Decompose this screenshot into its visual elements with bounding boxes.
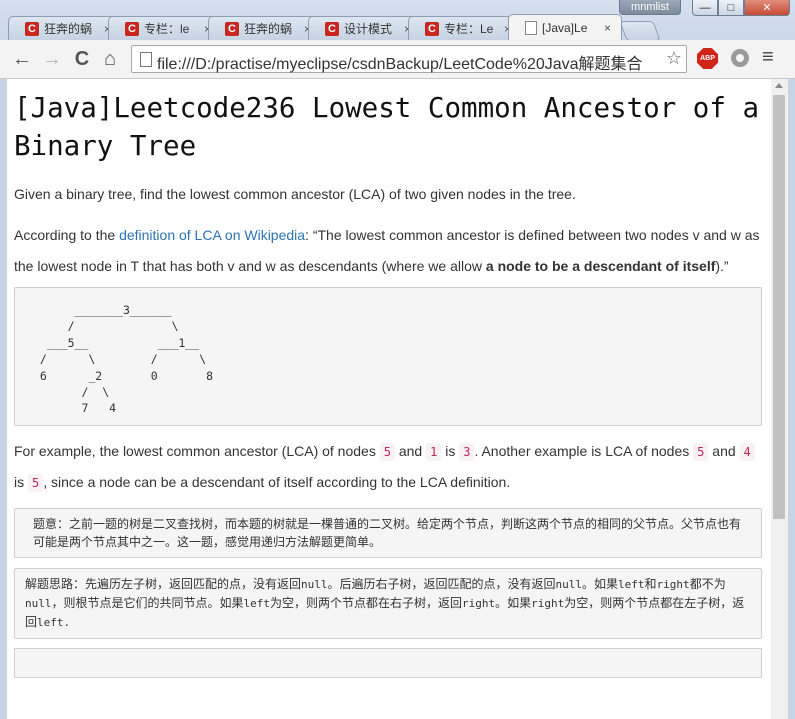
inline-code: 5	[693, 442, 709, 461]
close-window-button[interactable]: ✕	[744, 0, 790, 16]
tab-title: 狂奔的蜗	[44, 22, 93, 36]
page-title: [Java]Leetcode236 Lowest Common Ancestor…	[14, 92, 760, 162]
problem-meaning-note: 题意：之前一题的树是二叉查找树，而本题的树就是一棵普通的二叉树。给定两个节点，判…	[14, 507, 762, 558]
scroll-up-arrow-icon[interactable]	[775, 83, 783, 88]
problem-intro: Given a binary tree, find the lowest com…	[14, 186, 576, 202]
window-frame-left	[0, 79, 7, 719]
minimize-button[interactable]: —	[692, 0, 718, 16]
window-frame-right	[788, 79, 795, 719]
maximize-button[interactable]: □	[718, 0, 744, 16]
url-text[interactable]: file:///D:/practise/myeclipse/csdnBackup…	[157, 50, 660, 74]
code-block-partial	[14, 647, 762, 678]
chrome-menu-icon[interactable]: ≡	[762, 46, 774, 69]
tab-1[interactable]: C 狂奔的蜗 ×	[8, 16, 122, 40]
inline-code: 5	[28, 473, 44, 492]
csdn-favicon-icon: C	[425, 21, 439, 36]
extension-circle-icon[interactable]	[731, 49, 749, 67]
example-paragraph: For example, the lowest common ancestor …	[14, 436, 764, 498]
tab-active[interactable]: [Java]Le ×	[508, 14, 622, 40]
tab-title: 设计模式	[344, 22, 393, 36]
tab-5[interactable]: C 专栏：Le ×	[408, 16, 522, 40]
tab-close-icon[interactable]: ×	[604, 21, 611, 35]
inline-code: 1	[426, 442, 442, 461]
adblock-plus-icon[interactable]: ABP	[697, 48, 718, 69]
article: [Java]Leetcode236 Lowest Common Ancestor…	[14, 79, 764, 678]
inline-code: 3	[459, 442, 475, 461]
home-icon[interactable]: ⌂	[98, 47, 122, 71]
tab-title: 狂奔的蜗	[244, 22, 293, 36]
csdn-favicon-icon: C	[325, 21, 339, 36]
csdn-favicon-icon: C	[225, 21, 239, 36]
tree-diagram-code-block: _______3______ / \ ___5__ ___1__ / \ / \…	[14, 287, 762, 426]
csdn-favicon-icon: C	[125, 21, 139, 36]
wikipedia-link[interactable]: definition of LCA on Wikipedia	[119, 227, 305, 243]
page-icon	[140, 52, 152, 67]
tab-3[interactable]: C 狂奔的蜗 ×	[208, 16, 322, 40]
address-bar[interactable]: file:///D:/practise/myeclipse/csdnBackup…	[131, 45, 687, 73]
new-tab-button[interactable]	[619, 21, 661, 41]
vertical-scrollbar[interactable]	[771, 79, 788, 719]
window-controls: — □ ✕	[692, 0, 790, 18]
bookmark-star-icon[interactable]: ☆	[666, 48, 682, 69]
tab-4[interactable]: C 设计模式 ×	[308, 16, 422, 40]
bold-phrase: a node to be a descendant of itself	[485, 258, 716, 274]
back-arrow-icon[interactable]: ←	[10, 47, 34, 71]
reload-icon[interactable]: C	[70, 47, 94, 71]
tab-title: 专栏：le	[144, 22, 190, 36]
inline-code: 4	[739, 442, 755, 461]
tab-title: [Java]Le	[542, 20, 588, 35]
forward-arrow-icon[interactable]: →	[40, 47, 64, 71]
tab-title: 专栏：Le	[444, 22, 494, 36]
browser-chrome: mnmlist — □ ✕ C 狂奔的蜗 × C 专栏：le × C 狂奔的蜗 …	[0, 0, 795, 80]
profile-badge[interactable]: mnmlist	[619, 0, 681, 15]
page-favicon-icon	[525, 20, 537, 35]
browser-toolbar: ← → C ⌂ file:///D:/practise/myeclipse/cs…	[0, 40, 795, 79]
csdn-favicon-icon: C	[25, 21, 39, 36]
lca-definition-paragraph: According to the definition of LCA on Wi…	[14, 227, 760, 274]
page-viewport: [Java]Leetcode236 Lowest Common Ancestor…	[0, 79, 795, 719]
inline-code: 5	[379, 442, 395, 461]
tab-2[interactable]: C 专栏：le ×	[108, 16, 222, 40]
scrollbar-thumb[interactable]	[773, 95, 785, 519]
solution-idea-note: 解题思路：先遍历左子树，返回匹配的点，没有返回null。后遍历右子树，返回匹配的…	[14, 567, 762, 639]
